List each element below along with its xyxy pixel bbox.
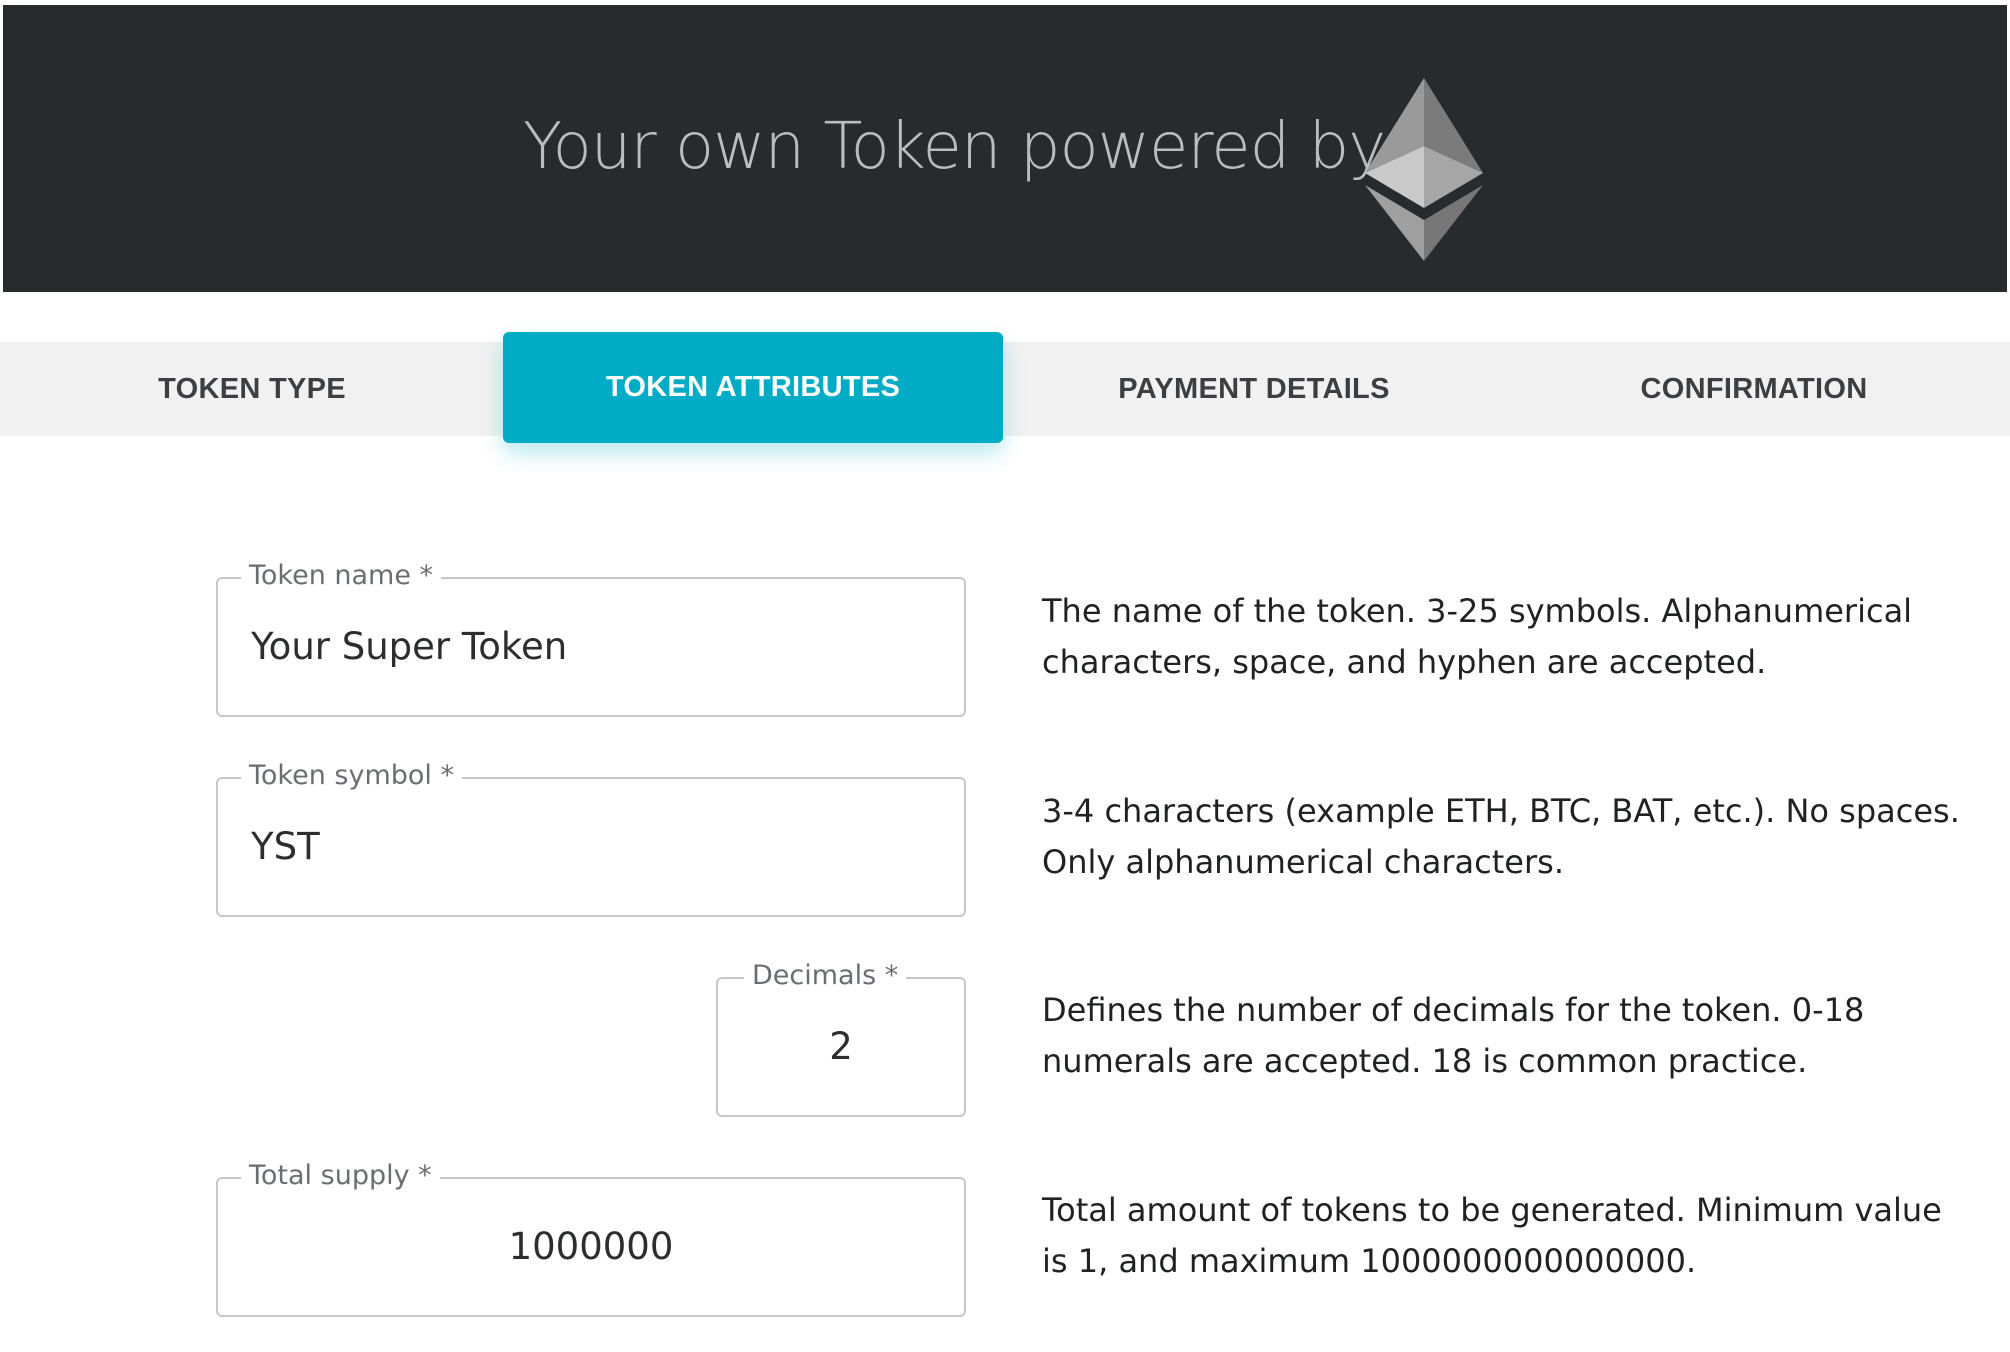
step-confirmation[interactable]: CONFIRMATION — [1504, 342, 2004, 436]
token-name-field[interactable]: Token name * Your Super Token — [216, 558, 966, 717]
decimals-label: Decimals * — [744, 958, 907, 994]
header-banner: Your own Token powered by — [3, 5, 2007, 292]
stepper-bar: TOKEN TYPE PAYMENT DETAILS CONFIRMATION — [0, 342, 2010, 436]
token-symbol-input[interactable]: YST — [251, 828, 320, 865]
ethereum-logo-icon — [1365, 78, 1483, 261]
step-token-type[interactable]: TOKEN TYPE — [0, 342, 504, 436]
token-symbol-help: 3-4 characters (example ETH, BTC, BAT, e… — [1042, 792, 1960, 881]
total-supply-label: Total supply * — [241, 1158, 440, 1194]
token-name-input[interactable]: Your Super Token — [251, 628, 567, 665]
decimals-help: Defines the number of decimals for the t… — [1042, 991, 1865, 1080]
token-name-label: Token name * — [241, 558, 442, 594]
token-symbol-field[interactable]: Token symbol * YST — [216, 758, 966, 917]
decimals-input[interactable]: 2 — [718, 1028, 964, 1065]
total-supply-help: Total amount of tokens to be generated. … — [1042, 1191, 1942, 1280]
decimals-field[interactable]: Decimals * 2 — [716, 958, 966, 1117]
token-symbol-label: Token symbol * — [241, 758, 462, 794]
total-supply-field[interactable]: Total supply * 1000000 — [216, 1158, 966, 1317]
step-token-attributes[interactable]: TOKEN ATTRIBUTES — [503, 332, 1003, 443]
step-payment-details[interactable]: PAYMENT DETAILS — [1004, 342, 1504, 436]
total-supply-input[interactable]: 1000000 — [218, 1228, 964, 1265]
page: Your own Token powered by TOKEN TYPE PAY… — [0, 0, 2010, 1352]
header-title: Your own Token powered by — [523, 110, 1386, 184]
token-name-help: The name of the token. 3-25 symbols. Alp… — [1042, 592, 1913, 681]
